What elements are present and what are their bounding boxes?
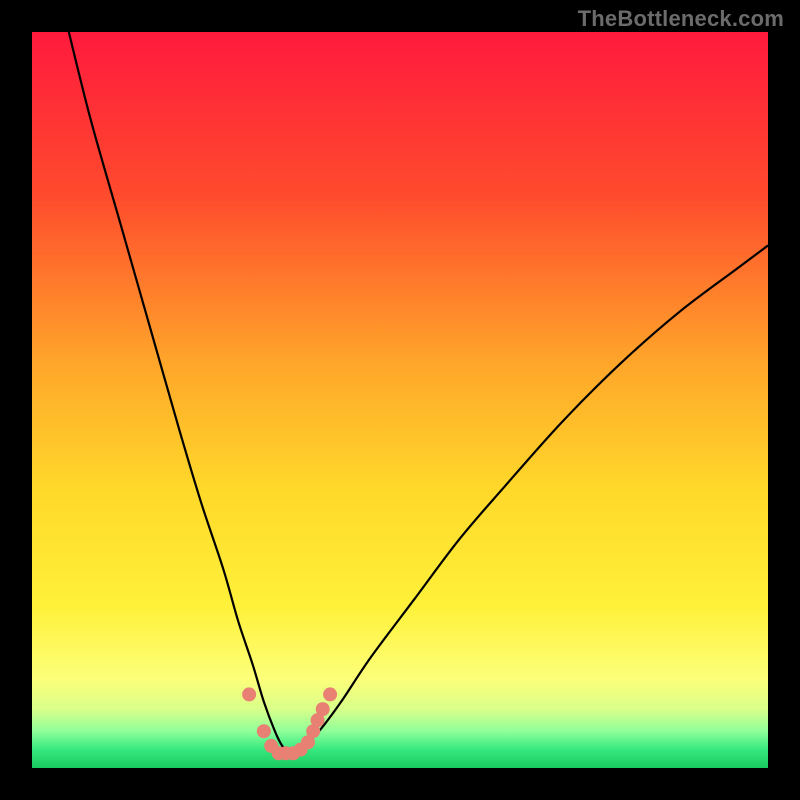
plot-area [32,32,768,768]
highlight-point [242,687,256,701]
bottleneck-curve [69,32,768,754]
highlight-markers [242,687,337,760]
curve-layer [32,32,768,768]
watermark-text: TheBottleneck.com [578,6,784,32]
highlight-point [316,702,330,716]
chart-stage: TheBottleneck.com [0,0,800,800]
highlight-point [257,724,271,738]
highlight-point [323,687,337,701]
